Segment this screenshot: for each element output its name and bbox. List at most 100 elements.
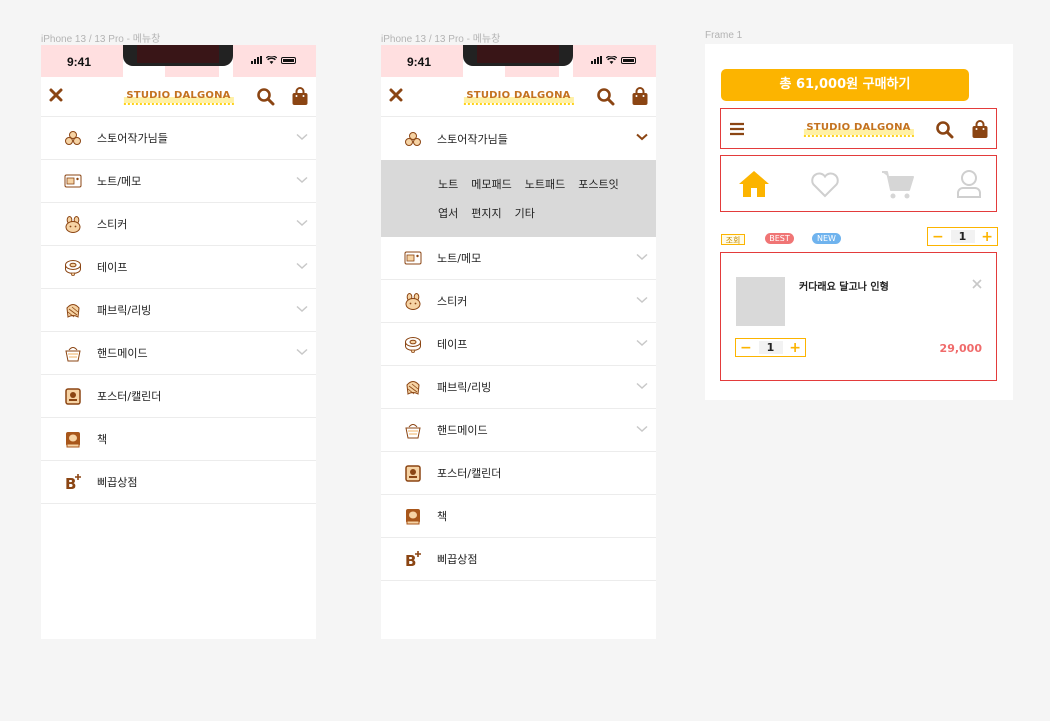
menu-item-bikkeup-store[interactable]: B 삐끕상점: [41, 461, 316, 504]
shopping-bag-icon[interactable]: [291, 87, 309, 106]
menu-item-label: 패브릭/리빙: [437, 381, 492, 394]
submenu-item[interactable]: 기타: [515, 205, 535, 221]
poster-icon: [404, 464, 422, 482]
cookies-icon: [404, 130, 422, 148]
chevron-down-icon[interactable]: [636, 296, 648, 304]
brand-logo[interactable]: STUDIO DALGONA: [463, 90, 574, 105]
shopping-bag-icon[interactable]: [971, 120, 989, 139]
menu-item-label: 스토어작가님들: [97, 132, 168, 145]
submenu-item[interactable]: 노트패드: [525, 176, 565, 192]
plus-icon[interactable]: +: [981, 230, 993, 244]
top-bar: STUDIO DALGONA: [381, 77, 656, 117]
frame-label-phone2: iPhone 13 / 13 Pro - 메뉴창: [381, 34, 501, 45]
menu-item-artists[interactable]: 스토어작가님들: [41, 117, 316, 160]
header-component: STUDIO DALGONA: [720, 108, 997, 149]
wifi-icon: [266, 56, 277, 64]
submenu-item[interactable]: 엽서: [438, 205, 458, 221]
close-icon[interactable]: [388, 87, 404, 103]
quantity-value[interactable]: 1: [758, 341, 783, 354]
submenu-item[interactable]: 편지지: [471, 205, 501, 221]
menu-item-label: 스티커: [437, 295, 468, 308]
wifi-icon: [606, 56, 617, 64]
chevron-down-icon[interactable]: [636, 133, 648, 141]
chevron-down-icon[interactable]: [636, 382, 648, 390]
status-time: 9:41: [67, 55, 92, 69]
menu-item-label: 삐끕상점: [97, 476, 138, 489]
menu-item-notes[interactable]: 노트/메모: [381, 237, 656, 280]
menu-item-label: 스토어작가님들: [437, 132, 508, 146]
menu-item-bikkeup-store[interactable]: B 삐끕상점: [381, 538, 656, 581]
product-card: 커다래요 달고나 인형 − 1 + 29,000: [720, 252, 997, 381]
submenu-item[interactable]: 노트: [438, 176, 458, 192]
basket-icon: [64, 344, 82, 362]
cart-icon[interactable]: [881, 170, 915, 200]
user-icon[interactable]: [956, 169, 982, 199]
chevron-down-icon[interactable]: [296, 348, 308, 356]
menu-item-poster[interactable]: 포스터/캘린더: [41, 375, 316, 418]
menu-item-label: 패브릭/리빙: [97, 304, 152, 317]
close-icon[interactable]: [972, 279, 982, 289]
product-name[interactable]: 커다래요 달고나 인형: [799, 278, 889, 293]
menu-item-tape[interactable]: 테이프: [41, 246, 316, 289]
tape-icon: [64, 258, 82, 276]
chevron-down-icon[interactable]: [296, 219, 308, 227]
notch: [463, 45, 573, 66]
hamburger-menu-icon[interactable]: [729, 122, 745, 136]
quantity-stepper: − 1 +: [927, 227, 998, 246]
home-icon[interactable]: [738, 170, 770, 198]
plus-icon[interactable]: +: [789, 341, 801, 355]
search-icon[interactable]: [935, 120, 954, 139]
search-icon[interactable]: [596, 87, 615, 106]
menu-item-label: 테이프: [97, 261, 128, 274]
submenu-item[interactable]: 메모패드: [471, 176, 511, 192]
brand-logo[interactable]: STUDIO DALGONA: [123, 90, 234, 105]
close-icon[interactable]: [48, 87, 64, 103]
menu-item-label: 노트/메모: [97, 175, 142, 188]
menu-item-stickers[interactable]: 스티커: [41, 203, 316, 246]
search-icon[interactable]: [256, 87, 275, 106]
menu-item-fabric[interactable]: 패브릭/리빙: [41, 289, 316, 332]
menu-item-poster[interactable]: 포스터/캘린더: [381, 452, 656, 495]
status-time: 9:41: [407, 55, 432, 69]
chevron-down-icon[interactable]: [296, 176, 308, 184]
chevron-down-icon[interactable]: [296, 262, 308, 270]
menu-item-books[interactable]: 책: [41, 418, 316, 461]
phone-menu-expanded: 9:41 STUDIO DALGONA 스토어작가님들 노트 메모패드 노트패드…: [381, 45, 656, 639]
submenu-panel: 노트 메모패드 노트패드 포스트잇 엽서 편지지 기타: [381, 160, 656, 237]
minus-icon[interactable]: −: [740, 341, 752, 355]
heart-icon[interactable]: [810, 172, 840, 198]
battery-icon: [281, 56, 296, 64]
menu-item-label: 책: [437, 510, 448, 523]
b-plus-icon: B: [64, 473, 82, 491]
tape-icon: [404, 335, 422, 353]
phone-menu-collapsed: 9:41 STUDIO DALGONA 스토어작가님들 노트/메모 스티커 테이…: [41, 45, 316, 639]
status-bar: 9:41: [41, 45, 316, 77]
bunny-face-icon: [404, 292, 422, 310]
chevron-down-icon[interactable]: [636, 253, 648, 261]
notebook-icon: [64, 172, 82, 190]
quantity-value[interactable]: 1: [950, 230, 975, 243]
menu-item-artists[interactable]: 스토어작가님들: [381, 117, 656, 160]
menu-item-fabric[interactable]: 패브릭/리빙: [381, 366, 656, 409]
minus-icon[interactable]: −: [932, 230, 944, 244]
menu-item-label: 포스터/캘린더: [97, 390, 162, 403]
menu-item-books[interactable]: 책: [381, 495, 656, 538]
menu-item-tape[interactable]: 테이프: [381, 323, 656, 366]
chevron-down-icon[interactable]: [636, 425, 648, 433]
menu-item-stickers[interactable]: 스티커: [381, 280, 656, 323]
menu-item-handmade[interactable]: 핸드메이드: [381, 409, 656, 452]
chevron-down-icon[interactable]: [296, 305, 308, 313]
chevron-down-icon[interactable]: [636, 339, 648, 347]
buy-button[interactable]: 총 61,000원 구매하기: [721, 69, 969, 101]
brand-logo[interactable]: STUDIO DALGONA: [803, 122, 914, 137]
submenu-item[interactable]: 포스트잇: [578, 176, 618, 192]
bunny-face-icon: [64, 215, 82, 233]
shopping-bag-icon[interactable]: [631, 87, 649, 106]
menu-item-notes[interactable]: 노트/메모: [41, 160, 316, 203]
product-thumbnail[interactable]: [736, 277, 785, 326]
category-menu: 스토어작가님들 노트/메모 스티커 테이프 패브릭/리빙 핸드메이드 포스터/캘…: [41, 117, 316, 504]
chip-view: 조회: [721, 234, 745, 245]
chevron-down-icon[interactable]: [296, 133, 308, 141]
notebook-icon: [404, 249, 422, 267]
menu-item-handmade[interactable]: 핸드메이드: [41, 332, 316, 375]
